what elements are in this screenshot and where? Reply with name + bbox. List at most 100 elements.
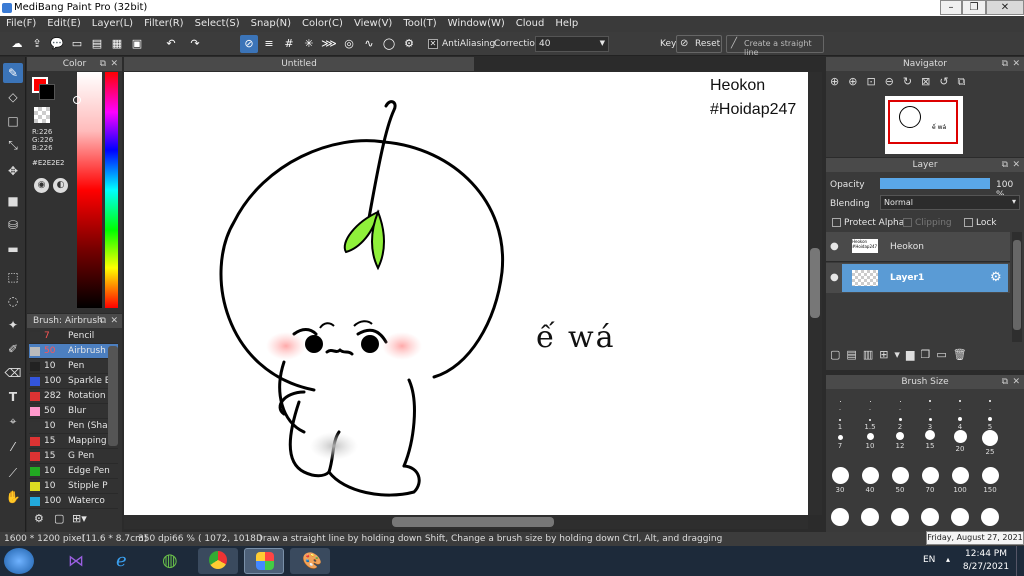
horizontal-scroll-thumb[interactable] <box>392 517 554 527</box>
menu-window[interactable]: Window(W) <box>442 16 510 29</box>
zoom-out-icon[interactable]: ⊕ <box>848 75 866 88</box>
panel-icon[interactable]: ▣ <box>128 35 146 53</box>
create-straight-line-button[interactable]: ╱ Create a straight line <box>726 35 824 57</box>
chat-icon[interactable]: 💬 <box>48 35 66 53</box>
rotate-icon[interactable]: ↻ <box>903 75 921 88</box>
zoom-in-icon[interactable]: ⊕ <box>830 75 848 88</box>
float-icon[interactable]: ⧉ <box>100 57 106 71</box>
minimize-button[interactable]: – <box>940 0 962 15</box>
close-button[interactable]: ✕ <box>986 0 1024 15</box>
brush-size-option[interactable]: 30 <box>830 467 850 494</box>
undo-icon[interactable]: ↶ <box>162 35 180 53</box>
redo-icon[interactable]: ↷ <box>186 35 204 53</box>
layer-row-selected[interactable]: ● Layer1 ⚙ <box>826 263 1010 293</box>
vertical-scroll-thumb[interactable] <box>810 248 820 318</box>
fill-rect-tool-icon[interactable]: ■ <box>3 191 23 211</box>
language-indicator[interactable]: EN <box>923 555 935 565</box>
float-icon[interactable]: ⧉ <box>1002 158 1008 172</box>
reset-view-icon[interactable]: ↺ <box>939 75 957 88</box>
menu-edit[interactable]: Edit(E) <box>41 16 86 29</box>
new-brush-icon[interactable]: ▢ <box>54 512 64 525</box>
menu-color[interactable]: Color(C) <box>296 16 348 29</box>
brush-size-option[interactable]: 3 <box>920 411 940 431</box>
visual-studio-icon[interactable]: ⋈ <box>56 548 96 574</box>
float-icon[interactable]: ⧉ <box>1002 375 1008 389</box>
canvas-tab[interactable]: Untitled <box>124 57 474 71</box>
background-color-swatch[interactable] <box>39 84 55 100</box>
chrome-icon[interactable] <box>198 548 238 574</box>
bucket-tool-icon[interactable]: ⛁ <box>3 215 23 235</box>
tray-arrow-icon[interactable]: ▴ <box>946 555 950 564</box>
parallel-snap-icon[interactable]: ≡ <box>260 35 278 53</box>
opacity-slider[interactable] <box>880 178 990 189</box>
snap-off-icon[interactable]: ⊘ <box>240 35 258 53</box>
gradient-tool-icon[interactable]: ▬ <box>3 239 23 259</box>
menu-help[interactable]: Help <box>549 16 583 29</box>
brush-size-option[interactable]: 1.5 <box>860 411 880 431</box>
close-icon[interactable]: ✕ <box>1012 57 1020 71</box>
blending-select[interactable]: Normal ▾ <box>880 195 1020 210</box>
menu-file[interactable]: File(F) <box>0 16 41 29</box>
float-icon[interactable]: ⧉ <box>1002 57 1008 71</box>
clock[interactable]: 12:44 PM 8/27/2021 <box>960 548 1012 574</box>
brush-list-item[interactable]: 50 Blur <box>29 404 118 419</box>
new-layer-icon[interactable]: ▢ <box>830 348 846 361</box>
visibility-icon[interactable]: ● <box>830 241 839 252</box>
brush-size-option[interactable]: 7 <box>830 430 850 450</box>
brush-size-option[interactable]: 100 <box>950 467 970 494</box>
brush-size-option[interactable]: . <box>980 392 1000 412</box>
brush-size-option[interactable] <box>950 508 970 526</box>
brush-list-item[interactable]: 15 G Pen <box>29 449 118 464</box>
navigator-thumbnail[interactable]: ế wá <box>885 96 963 154</box>
trash-icon[interactable]: 🗑 <box>953 348 973 361</box>
brush-size-option[interactable]: 1 <box>830 411 850 431</box>
close-icon[interactable]: ✕ <box>110 57 118 71</box>
select-eraser-tool-icon[interactable]: ⌫ <box>3 363 23 383</box>
circle-snap-icon[interactable]: ◎ <box>340 35 358 53</box>
magic-wand-tool-icon[interactable]: ✦ <box>3 315 23 335</box>
ring-snap-icon[interactable]: ◯ <box>380 35 398 53</box>
add-brush-icon[interactable]: ⊞▾ <box>72 512 87 525</box>
eyedropper-tool-icon[interactable]: ⟋ <box>3 463 23 483</box>
add-layer-menu-icon[interactable]: ⊞▾ <box>879 348 906 361</box>
color-wheel-icon[interactable]: ◐ <box>53 178 68 193</box>
brush-size-option[interactable] <box>860 508 880 526</box>
brush-list-item[interactable]: 10 Edge Pen <box>29 464 118 479</box>
blur-tool-icon[interactable]: ⤡ <box>3 135 23 155</box>
layer-scroll-thumb[interactable] <box>1013 240 1021 330</box>
correction-select[interactable]: 40 ▼ <box>535 36 609 52</box>
brush-list-item[interactable]: 50 Airbrush <box>29 344 118 359</box>
paint-icon[interactable]: 🎨 <box>290 548 330 574</box>
flip-icon[interactable]: ⊠ <box>921 75 939 88</box>
brush-list-item[interactable]: 7 Pencil <box>29 329 118 344</box>
hand-tool-icon[interactable]: ✋ <box>3 487 23 507</box>
reset-button[interactable]: ⊘ Reset <box>676 35 722 53</box>
grid-snap-icon[interactable]: # <box>280 35 298 53</box>
brush-size-option[interactable]: . <box>860 392 880 412</box>
lock-checkbox[interactable] <box>964 218 973 227</box>
brush-tool-icon[interactable]: ✎ <box>3 63 23 83</box>
brush-size-option[interactable]: 70 <box>920 467 940 494</box>
gear-icon[interactable]: ⚙ <box>990 270 1002 285</box>
brush-size-option[interactable]: 15 <box>920 430 940 450</box>
palette-icon[interactable]: ▦ <box>108 35 126 53</box>
brush-size-option[interactable]: 25 <box>980 430 1000 456</box>
brush-list-item[interactable]: 100 Waterco <box>29 494 118 509</box>
select-rect-tool-icon[interactable]: ⬚ <box>3 267 23 287</box>
brush-list-item[interactable]: 100 Sparkle B <box>29 374 118 389</box>
select-pen-tool-icon[interactable]: ✐ <box>3 339 23 359</box>
show-desktop-button[interactable] <box>1016 546 1024 576</box>
brush-size-option[interactable]: 150 <box>980 467 1000 494</box>
brush-size-option[interactable]: . <box>950 392 970 412</box>
close-icon[interactable]: ✕ <box>1012 158 1020 172</box>
cloud-icon[interactable]: ☁ <box>8 35 26 53</box>
brush-settings-icon[interactable]: ⚙ <box>34 512 44 525</box>
maximize-button[interactable]: ❐ <box>962 0 986 15</box>
brush-list-scrollbar[interactable] <box>108 346 118 446</box>
brush-size-option[interactable]: 4 <box>950 411 970 431</box>
clipping-checkbox[interactable] <box>903 218 912 227</box>
brush-size-option[interactable]: 5 <box>980 411 1000 431</box>
app-icon-green[interactable]: ◍ <box>152 548 192 574</box>
close-icon[interactable]: ✕ <box>110 314 118 328</box>
layer-row[interactable]: ● Heokon #Hoidap247 Heokon <box>826 232 1010 262</box>
